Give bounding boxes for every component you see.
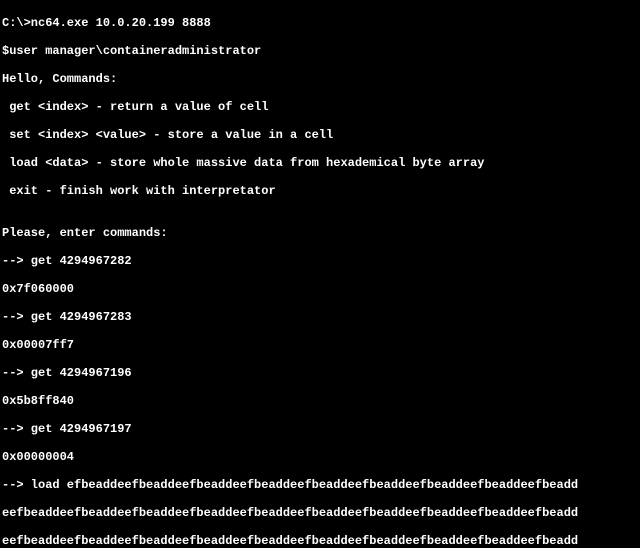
cmd-line: 0x00000004 <box>2 450 638 464</box>
hello-line: Hello, Commands: <box>2 72 638 86</box>
please-line: Please, enter commands: <box>2 226 638 240</box>
help-set: set <index> <value> - store a value in a… <box>2 128 638 142</box>
help-exit: exit - finish work with interpretator <box>2 184 638 198</box>
load-line: eefbeaddeefbeaddeefbeaddeefbeaddeefbeadd… <box>2 534 638 548</box>
help-get: get <index> - return a value of cell <box>2 100 638 114</box>
load-line: eefbeaddeefbeaddeefbeaddeefbeaddeefbeadd… <box>2 506 638 520</box>
cmd-line: --> get 4294967283 <box>2 310 638 324</box>
cmd-line: 0x5b8ff840 <box>2 394 638 408</box>
cmd-line: --> get 4294967197 <box>2 422 638 436</box>
cmd-line: 0x00007ff7 <box>2 338 638 352</box>
cmd-line: --> get 4294967196 <box>2 366 638 380</box>
help-load: load <data> - store whole massive data f… <box>2 156 638 170</box>
terminal-output[interactable]: C:\>nc64.exe 10.0.20.199 8888 $user mana… <box>0 0 640 548</box>
load-line: --> load efbeaddeefbeaddeefbeaddeefbeadd… <box>2 478 638 492</box>
user-line: $user manager\containeradministrator <box>2 44 638 58</box>
cmd-line: 0x7f060000 <box>2 282 638 296</box>
cmd-line: --> get 4294967282 <box>2 254 638 268</box>
prompt-line: C:\>nc64.exe 10.0.20.199 8888 <box>2 16 638 30</box>
